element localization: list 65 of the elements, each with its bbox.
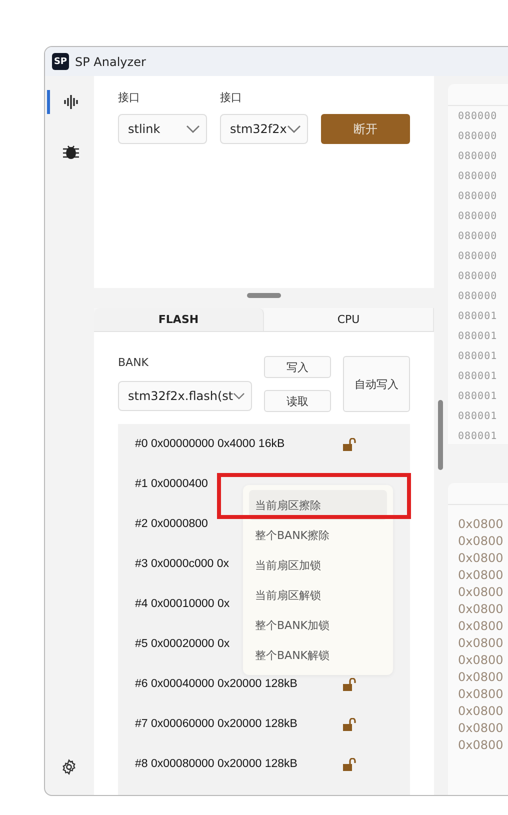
auto-write-button[interactable]: 自动写入	[343, 356, 410, 412]
address-text: 080000	[458, 150, 498, 164]
waveform-icon	[63, 95, 79, 109]
address-text: 080001	[458, 330, 498, 344]
bank-select[interactable]: stm32f2x.flash(st	[118, 381, 252, 411]
address-text: 080000	[458, 290, 498, 304]
address-text: 0x0800	[458, 635, 504, 652]
read-button[interactable]: 读取	[264, 390, 331, 412]
unlock-icon[interactable]	[343, 758, 357, 770]
address-text: 080001	[458, 310, 498, 324]
address-text: 0x0800	[458, 601, 504, 618]
address-text: 080001	[458, 370, 498, 384]
sector-text[interactable]: #6 0x00040000 0x20000 128kB	[135, 678, 343, 690]
address-text: 0x0800	[458, 686, 504, 704]
menu-item[interactable]: 整个BANK解锁	[249, 640, 387, 670]
address-text: 080000	[458, 130, 498, 144]
unlock-icon[interactable]	[343, 438, 357, 450]
address-text: 080000	[458, 270, 498, 284]
address-text: 0x0800	[458, 737, 504, 754]
scrollbar-thumb[interactable]	[438, 400, 443, 470]
address-text: 080000	[458, 170, 498, 184]
field-label: 接口	[118, 90, 141, 106]
bug-icon	[62, 144, 80, 160]
app-logo: SP	[52, 53, 69, 70]
address-text: 080001	[458, 390, 498, 404]
tab[interactable]: FLASH	[94, 308, 264, 331]
bank-label: BANK	[118, 356, 150, 371]
sector-text[interactable]: #8 0x00080000 0x20000 128kB	[135, 758, 343, 770]
address-text: 080000	[458, 250, 498, 264]
address-text: 0x0800	[458, 720, 504, 738]
address-text: 0x0800	[458, 584, 504, 602]
address-text: 080000	[458, 210, 498, 224]
settings-icon[interactable]	[61, 759, 77, 775]
interface-select[interactable]: stlink	[118, 114, 207, 144]
menu-item[interactable]: 整个BANK加锁	[249, 610, 387, 640]
address-text: 0x0800	[458, 652, 504, 670]
address-text: 0x0800	[458, 567, 504, 584]
address-text: 080001	[458, 410, 498, 424]
address-text: 080001	[458, 430, 498, 444]
field-label: 接口	[220, 90, 243, 106]
address-text: 080000	[458, 110, 498, 124]
resize-handle[interactable]	[247, 293, 281, 298]
address-text: 0x0800	[458, 703, 504, 720]
sector-text[interactable]: #0 0x00000000 0x4000 16kB	[135, 438, 343, 450]
address-text: 0x0800	[458, 550, 504, 568]
interface-select[interactable]: stm32f2x	[220, 114, 308, 144]
menu-item[interactable]: 当前扇区解锁	[249, 580, 387, 610]
address-text: 080000	[458, 230, 498, 244]
address-text: 0x0800	[458, 533, 504, 550]
chevron-down-icon	[233, 392, 245, 400]
address-text: 0x0800	[458, 669, 504, 686]
write-button[interactable]: 写入	[264, 356, 331, 378]
sector-text[interactable]: #7 0x00060000 0x20000 128kB	[135, 718, 343, 730]
address-text: 0x0800	[458, 618, 504, 636]
menu-item[interactable]: 当前扇区加锁	[249, 550, 387, 580]
window-title: SP Analyzer	[75, 54, 146, 68]
address-text: 080000	[458, 190, 498, 204]
unlock-icon[interactable]	[343, 678, 357, 690]
disconnect-button[interactable]: 断开	[321, 114, 410, 144]
unlock-icon[interactable]	[343, 718, 357, 730]
address-text: 080001	[458, 350, 498, 364]
menu-item[interactable]: 整个BANK擦除	[249, 520, 387, 550]
chevron-down-icon	[287, 125, 301, 133]
address-text: 0x0800	[458, 516, 504, 534]
chevron-down-icon	[186, 125, 200, 133]
